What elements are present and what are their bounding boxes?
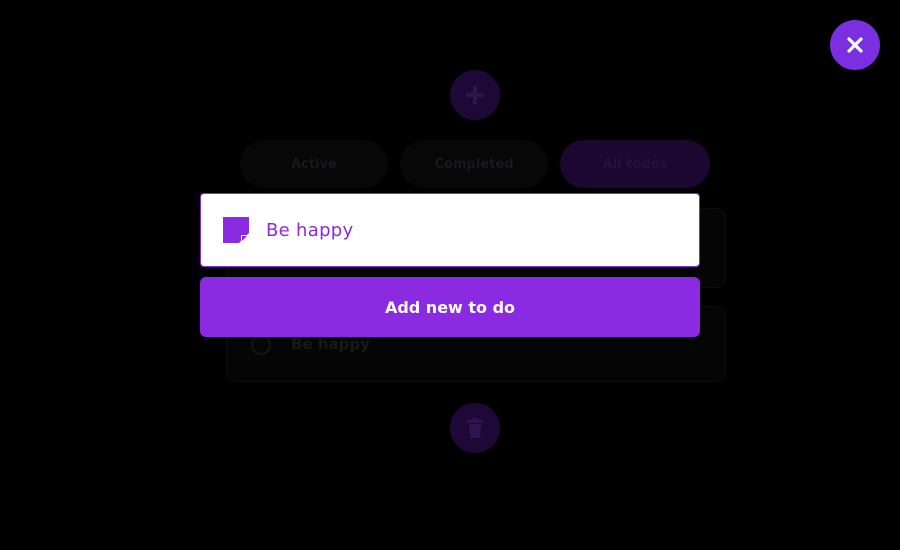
todo-input-field[interactable] — [200, 193, 700, 267]
trash-icon — [467, 418, 483, 438]
filter-tab-all: All todos — [560, 140, 710, 188]
delete-fab — [450, 403, 500, 453]
filter-tab-completed: Completed — [400, 140, 548, 188]
todo-text: Be happy — [291, 335, 370, 353]
todo-checkbox — [251, 335, 271, 355]
filter-tab-active: Active — [240, 140, 388, 188]
close-icon — [847, 37, 863, 53]
background-app: Active Completed All todos Be happy — [0, 0, 900, 550]
add-todo-fab — [450, 70, 500, 120]
plus-icon — [466, 86, 484, 104]
close-modal-button[interactable] — [830, 20, 880, 70]
sticky-note-icon — [223, 217, 249, 243]
todo-input[interactable] — [266, 219, 666, 241]
add-todo-button[interactable]: Add new to do — [200, 277, 700, 337]
